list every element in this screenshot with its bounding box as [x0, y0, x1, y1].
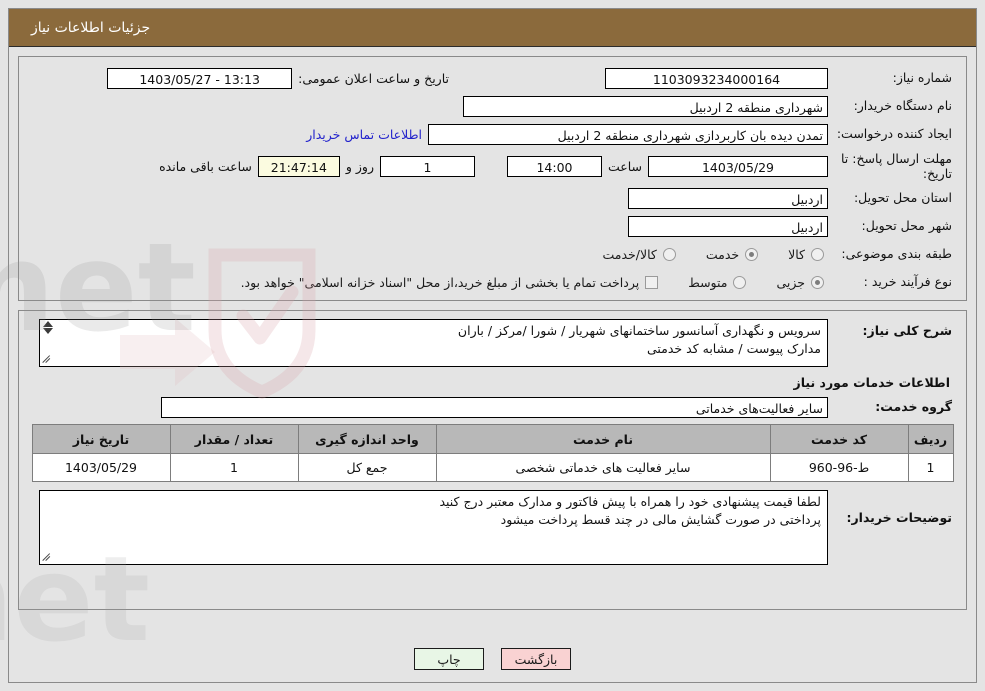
cell-name: سایر فعالیت های خدماتی شخصی — [435, 453, 771, 482]
row-requester: ایجاد کننده درخواست: تمدن دیده بان کاربر… — [29, 123, 956, 145]
announce-label: تاریخ و ساعت اعلان عمومی: — [298, 70, 449, 86]
row-category: طبقه بندی موضوعی: کالا خدمت کالا/خدمت — [29, 243, 956, 265]
province-value: اردبیل — [628, 187, 828, 209]
city-label: شهر محل تحویل: — [861, 218, 952, 234]
deadline-date-value: 1403/05/29 — [648, 155, 828, 177]
announce-value: 13:13 - 1403/05/27 — [107, 67, 293, 89]
row-description: شرح کلی نیاز: سرویس و نگهداری آسانسور سا… — [29, 319, 956, 367]
radio-category-kala-khadamat[interactable]: کالا/خدمت — [602, 247, 679, 262]
process-label: نوع فرآیند خرید : — [863, 274, 952, 290]
city-value: اردبیل — [628, 215, 828, 237]
buyer-notes-textarea[interactable]: لطفا قیمت پیشنهادی خود را همراه با پیش ف… — [39, 490, 828, 565]
buyer-org-value: شهرداری منطقه 2 اردبیل — [463, 95, 828, 117]
buyer-notes-label: توضیحات خریدار: — [846, 510, 952, 525]
details-page: جزئیات اطلاعات نیاز شماره نیاز: 11030932… — [8, 8, 977, 683]
row-need-number: شماره نیاز: 1103093234000164 تاریخ و ساع… — [29, 67, 956, 89]
days-label: روز و — [345, 158, 374, 174]
services-section-heading: اطلاعات خدمات مورد نیاز — [793, 375, 951, 390]
radio-label: کالا/خدمت — [602, 246, 657, 262]
category-label: طبقه بندی موضوعی: — [841, 246, 952, 262]
resize-grip-icon[interactable] — [42, 551, 54, 563]
checkbox-label: پرداخت تمام یا بخشی از مبلغ خرید،از محل … — [240, 274, 640, 290]
need-info-panel: شماره نیاز: 1103093234000164 تاریخ و ساع… — [18, 56, 967, 301]
radio-icon[interactable] — [662, 247, 676, 261]
col-unit: واحد اندازه گیری — [297, 424, 437, 454]
radio-category-khadamat[interactable]: خدمت — [706, 247, 762, 262]
cell-unit: جمع کل — [297, 453, 437, 482]
countdown-timer: 21:47:14 — [257, 155, 340, 177]
row-service-group: گروه خدمت: سایر فعالیت‌های خدماتی — [29, 396, 956, 418]
print-button[interactable]: چاپ — [414, 648, 484, 670]
service-group-label: گروه خدمت: — [875, 399, 952, 415]
service-group-value: سایر فعالیت‌های خدماتی — [161, 396, 828, 418]
row-process: نوع فرآیند خرید : جزیی متوسط پرداخت تمام… — [29, 271, 956, 293]
need-number-value: 1103093234000164 — [605, 67, 828, 89]
footer-actions: بازگشت چاپ — [9, 648, 976, 670]
deadline-label: مهلت ارسال پاسخ: تا تاریخ: — [841, 151, 952, 181]
page-title: جزئیات اطلاعات نیاز — [31, 19, 151, 36]
need-number-label: شماره نیاز: — [892, 70, 952, 86]
cell-qty: 1 — [169, 453, 299, 482]
radio-icon[interactable] — [811, 247, 824, 261]
radio-category-kala[interactable]: کالا — [788, 247, 828, 262]
back-button[interactable]: بازگشت — [501, 648, 571, 670]
row-buyer-notes: توضیحات خریدار: لطفا قیمت پیشنهادی خود ر… — [29, 490, 956, 565]
scroll-arrows-icon[interactable] — [41, 321, 55, 334]
row-buyer-org: نام دستگاه خریدار: شهرداری منطقه 2 اردبی… — [29, 95, 956, 117]
requester-label: ایجاد کننده درخواست: — [836, 126, 952, 142]
cell-date: 1403/05/29 — [31, 453, 171, 482]
radio-label: کالا — [788, 246, 805, 262]
need-details-panel: شرح کلی نیاز: سرویس و نگهداری آسانسور سا… — [18, 310, 967, 610]
row-deadline: مهلت ارسال پاسخ: تا تاریخ: 1403/05/29 سا… — [29, 151, 956, 181]
radio-label: جزیی — [776, 274, 805, 290]
buyer-contact-link[interactable]: اطلاعات تماس خریدار — [300, 127, 428, 142]
remaining-label: ساعت باقی مانده — [159, 158, 252, 174]
row-city: شهر محل تحویل: اردبیل — [29, 215, 956, 237]
checkbox-treasury[interactable]: پرداخت تمام یا بخشی از مبلغ خرید،از محل … — [241, 275, 663, 290]
radio-icon[interactable] — [745, 247, 759, 261]
radio-icon[interactable] — [811, 275, 824, 289]
radio-icon[interactable] — [733, 275, 747, 289]
col-name: نام خدمت — [435, 424, 771, 454]
radio-process-jozei[interactable]: جزیی — [776, 275, 828, 290]
buyer-notes-value: لطفا قیمت پیشنهادی خود را همراه با پیش ف… — [439, 494, 821, 528]
checkbox-icon[interactable] — [645, 275, 659, 289]
col-code: کد خدمت — [769, 424, 909, 454]
col-date: تاریخ نیاز — [31, 424, 171, 454]
description-textarea[interactable]: سرویس و نگهداری آسانسور ساختمانهای شهریا… — [39, 319, 828, 367]
radio-process-motevaset[interactable]: متوسط — [688, 275, 750, 290]
col-radif: ردیف — [907, 424, 954, 454]
table-header-row: ردیف کد خدمت نام خدمت واحد اندازه گیری ت… — [31, 424, 954, 454]
cell-radif: 1 — [907, 453, 954, 482]
requester-value: تمدن دیده بان کاربردازی شهرداری منطقه 2 … — [428, 123, 828, 145]
services-table: ردیف کد خدمت نام خدمت واحد اندازه گیری ت… — [31, 424, 954, 482]
table-row: 1 ط-96-960 سایر فعالیت های خدماتی شخصی ج… — [31, 453, 954, 482]
buyer-org-label: نام دستگاه خریدار: — [853, 98, 952, 114]
row-province: استان محل تحویل: اردبیل — [29, 187, 956, 209]
remaining-days-value: 1 — [379, 155, 475, 177]
deadline-time-value: 14:00 — [506, 155, 602, 177]
resize-grip-icon[interactable] — [42, 353, 54, 365]
page-header: جزئیات اطلاعات نیاز — [9, 9, 976, 47]
col-qty: تعداد / مقدار — [169, 424, 299, 454]
radio-label: متوسط — [688, 274, 728, 290]
province-label: استان محل تحویل: — [853, 190, 952, 206]
hour-label: ساعت — [607, 158, 642, 174]
cell-code: ط-96-960 — [769, 453, 909, 482]
radio-label: خدمت — [705, 246, 740, 262]
description-label: شرح کلی نیاز: — [862, 323, 952, 338]
description-value: سرویس و نگهداری آسانسور ساختمانهای شهریا… — [457, 323, 821, 357]
